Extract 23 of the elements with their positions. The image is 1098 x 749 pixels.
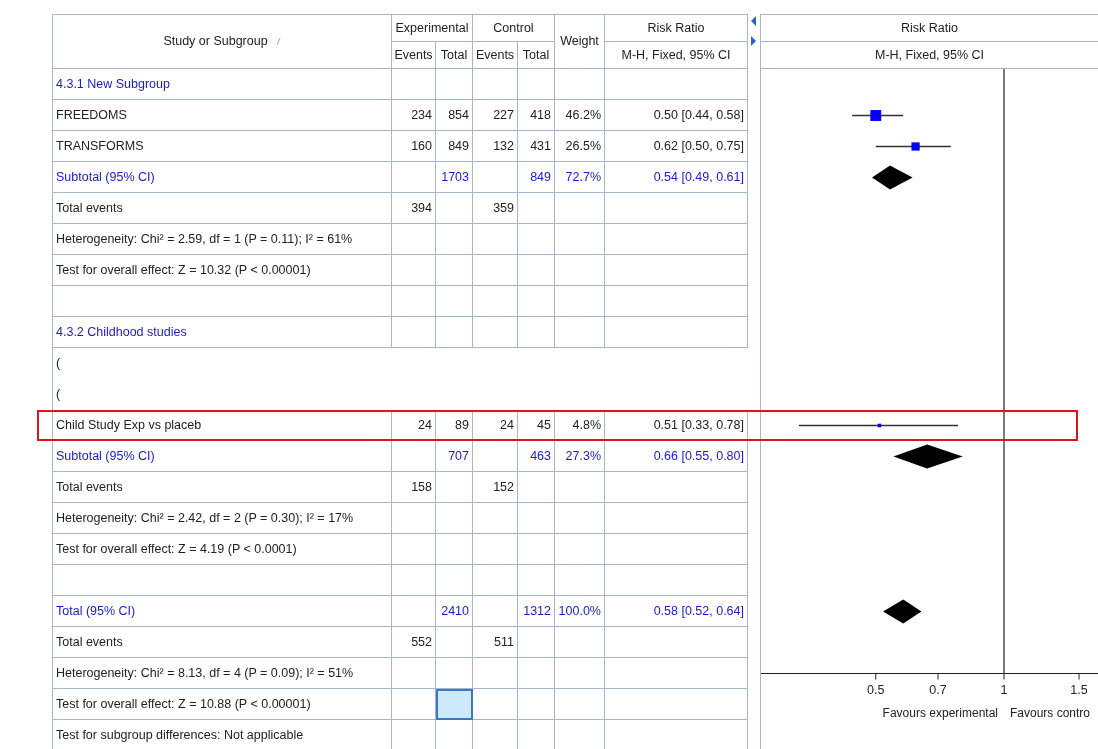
- favours-label: Favours experimental: [882, 706, 998, 719]
- table-cell[interactable]: [436, 689, 473, 720]
- axis-tick-label: 1.5: [1070, 683, 1088, 696]
- scroll-right-icon[interactable]: [751, 36, 757, 46]
- column-header: Risk Ratio: [605, 14, 748, 42]
- pooled-diamond: [883, 599, 922, 624]
- study-estimate-marker: [851, 110, 904, 121]
- column-header: Experimental: [392, 14, 473, 42]
- axis-tick-label: 0.7: [929, 683, 947, 696]
- pooled-diamond: [872, 165, 913, 190]
- axis-tick-label: 1: [1000, 683, 1008, 696]
- sort-icon: [275, 37, 281, 46]
- column-title: Study or Subgroup: [163, 33, 268, 51]
- column-header: Control: [473, 14, 555, 42]
- plot-title: Risk Ratio: [760, 14, 1098, 42]
- pooled-diamond: [893, 444, 963, 469]
- row-label: (: [52, 379, 392, 410]
- favours-label: Favours contro: [1010, 706, 1091, 719]
- plot-subtitle: M-H, Fixed, 95% CI: [760, 42, 1098, 69]
- column-header[interactable]: Study or Subgroup: [52, 14, 392, 69]
- statistics-note: Test for subgroup differences: Not applicable: [52, 720, 392, 749]
- scroll-left-icon[interactable]: [751, 16, 757, 26]
- axis-tick-label: 0.5: [867, 683, 885, 696]
